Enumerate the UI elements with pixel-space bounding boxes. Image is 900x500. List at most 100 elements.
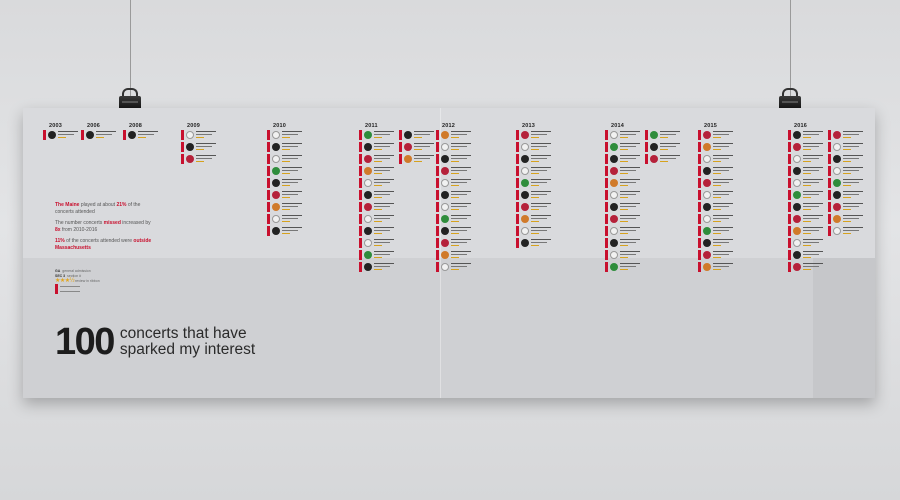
concert-entry — [399, 130, 439, 140]
band-logo-icon — [364, 239, 372, 247]
band-logo-icon — [186, 155, 194, 163]
band-logo-icon — [441, 167, 449, 175]
band-logo-icon — [441, 155, 449, 163]
concert-entry — [605, 226, 645, 236]
band-logo-icon — [793, 179, 801, 187]
band-logo-icon — [793, 203, 801, 211]
band-logo-icon — [703, 143, 711, 151]
concert-entry — [267, 166, 307, 176]
concert-entry — [516, 190, 556, 200]
band-logo-icon — [441, 143, 449, 151]
concert-entry — [698, 154, 738, 164]
concert-entry — [788, 202, 828, 212]
year-label: 2014 — [611, 123, 625, 129]
concert-entry — [359, 226, 399, 236]
concert-entry — [267, 130, 307, 140]
concert-entry — [516, 154, 556, 164]
band-logo-icon — [833, 131, 841, 139]
band-logo-icon — [364, 263, 372, 271]
binder-clip-right — [779, 88, 801, 110]
concert-entry — [605, 178, 645, 188]
concert-column — [788, 130, 828, 274]
band-logo-icon — [703, 263, 711, 271]
year-label: 2013 — [522, 123, 536, 129]
band-logo-icon — [441, 179, 449, 187]
concert-entry — [359, 154, 399, 164]
band-logo-icon — [703, 167, 711, 175]
concert-entry — [828, 226, 868, 236]
band-logo-icon — [364, 191, 372, 199]
band-logo-icon — [610, 131, 618, 139]
concert-column — [123, 130, 163, 142]
band-logo-icon — [86, 131, 94, 139]
concert-entry — [605, 238, 645, 248]
band-logo-icon — [610, 143, 618, 151]
concert-entry — [788, 142, 828, 152]
band-logo-icon — [441, 251, 449, 259]
concert-entry — [436, 142, 476, 152]
concert-entry — [181, 154, 221, 164]
concert-entry — [828, 202, 868, 212]
concert-entry — [359, 250, 399, 260]
band-logo-icon — [441, 131, 449, 139]
band-logo-icon — [610, 203, 618, 211]
concert-entry — [359, 238, 399, 248]
year-label: 2006 — [87, 123, 101, 129]
band-logo-icon — [441, 203, 449, 211]
band-logo-icon — [610, 263, 618, 271]
concert-entry — [359, 214, 399, 224]
band-logo-icon — [186, 131, 194, 139]
concert-entry — [516, 226, 556, 236]
concert-entry — [788, 238, 828, 248]
concert-entry — [788, 130, 828, 140]
concert-entry — [399, 154, 439, 164]
concert-column — [181, 130, 221, 166]
concert-column — [605, 130, 645, 274]
band-logo-icon — [610, 215, 618, 223]
concert-entry — [605, 202, 645, 212]
concert-entry — [267, 154, 307, 164]
band-logo-icon — [650, 155, 658, 163]
concert-entry — [359, 190, 399, 200]
band-logo-icon — [404, 131, 412, 139]
band-logo-icon — [441, 239, 449, 247]
fact-outside-ma: 11% of the concerts attended were outsid… — [55, 238, 152, 251]
concert-entry — [788, 226, 828, 236]
band-logo-icon — [128, 131, 136, 139]
concert-entry — [181, 142, 221, 152]
concert-entry — [828, 142, 868, 152]
concert-entry — [605, 190, 645, 200]
fact-missed: The number concerts missed increased by … — [55, 220, 151, 233]
concert-entry — [436, 190, 476, 200]
band-logo-icon — [521, 227, 529, 235]
concert-entry — [181, 130, 221, 140]
band-logo-icon — [833, 167, 841, 175]
concert-entry — [828, 178, 868, 188]
concert-entry — [645, 142, 685, 152]
concert-entry — [267, 226, 307, 236]
concert-entry — [698, 130, 738, 140]
band-logo-icon — [793, 167, 801, 175]
band-logo-icon — [521, 191, 529, 199]
concert-entry — [645, 130, 685, 140]
year-label: 2016 — [794, 123, 808, 129]
band-logo-icon — [441, 263, 449, 271]
concert-entry — [436, 262, 476, 272]
concert-entry — [436, 130, 476, 140]
concert-column — [81, 130, 121, 142]
concert-entry — [698, 178, 738, 188]
band-logo-icon — [521, 203, 529, 211]
concert-entry — [436, 250, 476, 260]
band-logo-icon — [793, 131, 801, 139]
concert-entry — [788, 178, 828, 188]
band-logo-icon — [186, 143, 194, 151]
concert-entry — [436, 226, 476, 236]
band-logo-icon — [364, 131, 372, 139]
band-logo-icon — [521, 167, 529, 175]
concert-entry — [788, 166, 828, 176]
hanging-wire-right — [790, 0, 791, 96]
concert-entry — [698, 250, 738, 260]
concert-entry — [828, 190, 868, 200]
concert-entry — [698, 226, 738, 236]
band-logo-icon — [272, 131, 280, 139]
